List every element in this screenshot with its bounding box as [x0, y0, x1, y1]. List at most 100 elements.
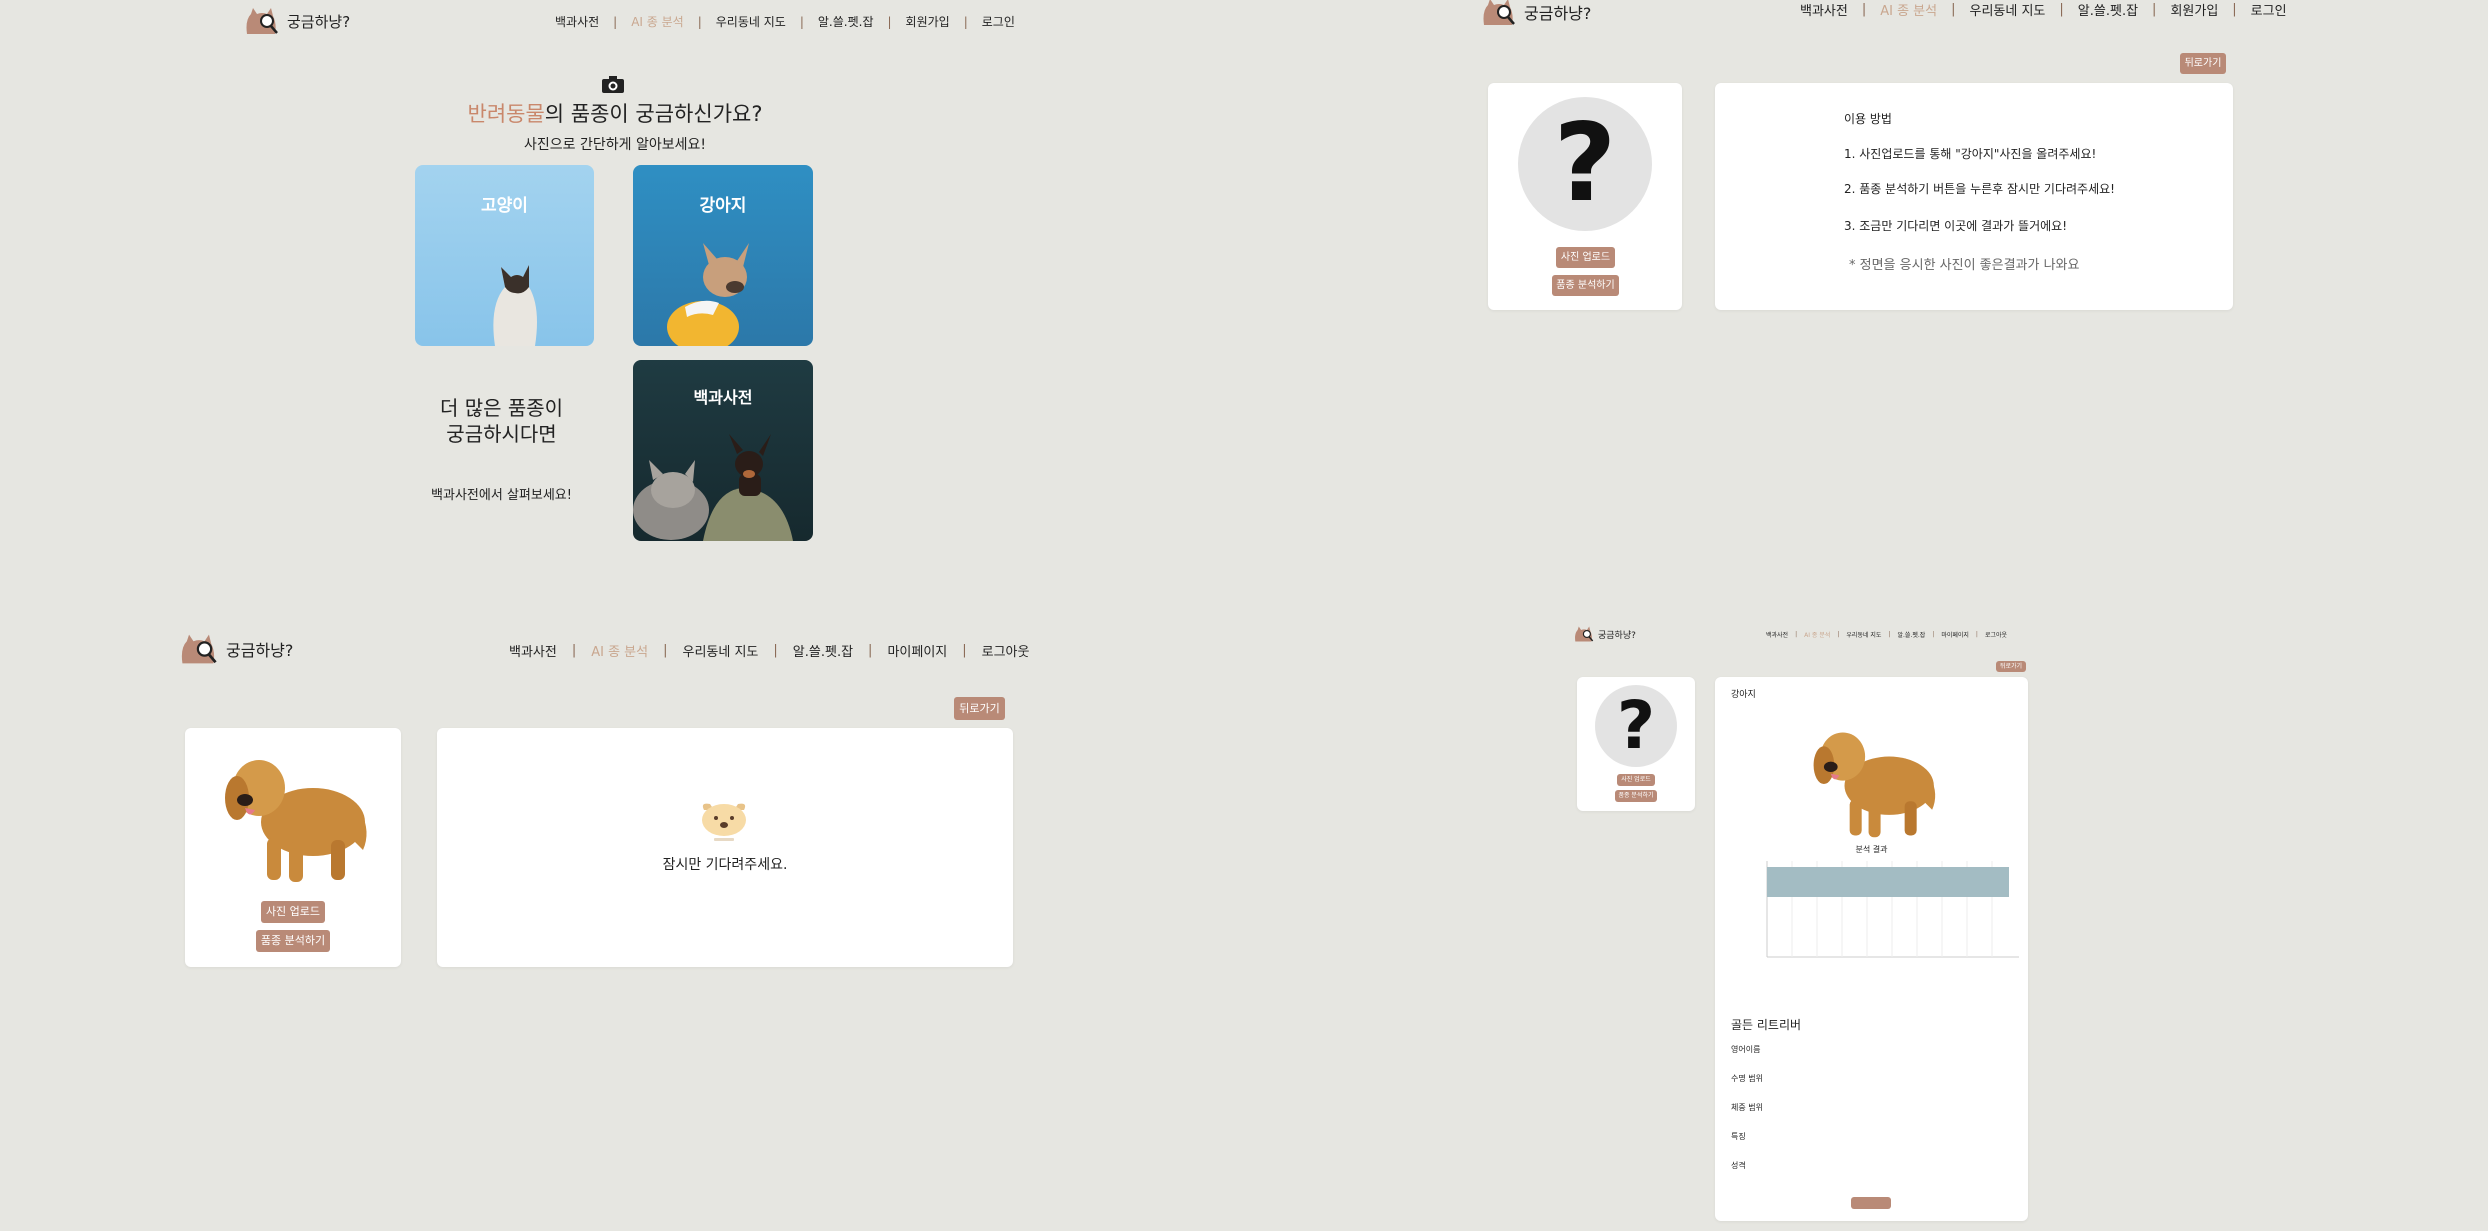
nav-separator: |	[1932, 631, 1935, 638]
nav-ai-analysis[interactable]: AI 종 분석	[1880, 0, 1937, 19]
cat-dog-photo	[633, 434, 793, 541]
more-breeds-subtitle: 백과사전에서 살펴보세요!	[431, 488, 572, 503]
nav-ai-analysis[interactable]: AI 종 분석	[591, 641, 648, 660]
result-card: 잠시만 기다려주세요.	[437, 728, 1013, 967]
info-feature-label: 특징	[1731, 1132, 1746, 1141]
nav-separator: |	[571, 643, 577, 658]
nav-separator: |	[799, 14, 804, 29]
info-english-name-label: 영어이름	[1731, 1045, 1761, 1054]
result-species-label: 강아지	[1731, 690, 1756, 700]
nav-separator: |	[1837, 631, 1840, 638]
nav-separator: |	[963, 14, 968, 29]
analyze-breed-button[interactable]: 품종 분석하기	[1615, 790, 1657, 802]
logo[interactable]: 궁금하냥?	[1480, 0, 1591, 27]
upload-photo-button[interactable]: 사진 업로드	[261, 901, 325, 923]
nav-separator: |	[962, 643, 967, 658]
top-breed-bar	[1767, 867, 2009, 897]
nav-pet-tips[interactable]: 알.쓸.펫.잡	[818, 13, 874, 30]
brand-name: 궁금하냥?	[1598, 630, 1636, 641]
nav-separator: |	[2152, 2, 2157, 17]
golden-retriever-photo	[225, 760, 367, 882]
nav-encyclopedia[interactable]: 백과사전	[555, 13, 599, 30]
back-button[interactable]: 뒤로가기	[1996, 661, 2026, 672]
golden-retriever-photo	[1813, 732, 1936, 838]
encyclopedia-tile[interactable]: 백과사전	[633, 360, 813, 541]
top-nav: 백과사전 | AI 종 분석 | 우리동네 지도 | 알.쓸.펫.잡 | 회원가…	[1800, 0, 2287, 19]
more-breeds-title: 더 많은 품종이 궁금하시다면	[400, 395, 603, 447]
nav-separator: |	[1861, 2, 1867, 17]
dog-tile-label: 강아지	[699, 196, 747, 216]
back-button[interactable]: 뒤로가기	[954, 697, 1005, 720]
more-breeds-title-line2: 궁금하시다면	[446, 422, 557, 446]
brand-name: 궁금하냥?	[1524, 4, 1592, 23]
nav-map[interactable]: 우리동네 지도	[1846, 630, 1881, 639]
nav-ai-analysis[interactable]: AI 종 분석	[1804, 630, 1830, 639]
upload-photo-button[interactable]: 사진 업로드	[1617, 774, 1655, 786]
nav-logout[interactable]: 로그아웃	[982, 641, 1030, 660]
placeholder-image: ?	[1518, 97, 1652, 231]
title-highlight: 반려동물	[467, 102, 545, 126]
result-action-button[interactable]	[1851, 1197, 1891, 1209]
top-nav: 백과사전 | AI 종 분석 | 우리동네 지도 | 알.쓸.펫.잡 | 마이페…	[1766, 630, 2007, 639]
page-title: 반려동물의 품종이 궁금하신가요?	[400, 98, 830, 128]
nav-login[interactable]: 로그인	[2251, 0, 2287, 19]
analyze-breed-button[interactable]: 품종 분석하기	[1552, 275, 1619, 296]
nav-encyclopedia[interactable]: 백과사전	[1766, 630, 1788, 639]
upload-card: ? 사진 업로드 품종 분석하기	[1488, 83, 1682, 310]
nav-mypage[interactable]: 마이페이지	[1941, 630, 1969, 639]
nav-pet-tips[interactable]: 알.쓸.펫.잡	[793, 641, 853, 660]
nav-logout[interactable]: 로그아웃	[1985, 630, 2007, 639]
analyze-breed-button[interactable]: 품종 분석하기	[256, 930, 330, 952]
brand-name: 궁금하냥?	[226, 641, 294, 660]
nav-separator: |	[1975, 631, 1978, 638]
nav-separator: |	[613, 14, 618, 29]
info-weight-label: 체중 범위	[1731, 1103, 1763, 1112]
dog-photo	[667, 243, 749, 346]
nav-map[interactable]: 우리동네 지도	[1970, 0, 2046, 19]
nav-separator: |	[2232, 2, 2237, 17]
howto-title: 이용 방법	[1844, 112, 1892, 126]
nav-separator: |	[887, 14, 892, 29]
howto-note: * 정면을 응시한 사진이 좋은결과가 나와요	[1849, 258, 2080, 273]
top-nav: 백과사전 | AI 종 분석 | 우리동네 지도 | 알.쓸.펫.잡 | 마이페…	[509, 641, 1029, 660]
nav-pet-tips[interactable]: 알.쓸.펫.잡	[1897, 630, 1925, 639]
cat-magnifier-icon	[181, 634, 217, 664]
cat-tile-label: 고양이	[481, 196, 528, 216]
title-rest: 의 품종이 궁금하신가요?	[544, 102, 763, 126]
info-personality-label: 성격	[1731, 1161, 1746, 1170]
dog-tile[interactable]: 강아지	[633, 165, 813, 346]
logo[interactable]: 궁금하냥?	[1573, 625, 1636, 643]
encyclopedia-tile-label: 백과사전	[693, 388, 753, 407]
nav-login[interactable]: 로그인	[982, 13, 1015, 30]
more-breeds-title-line1: 더 많은 품종이	[439, 396, 564, 420]
upload-card: ? 사진 업로드 품종 분석하기	[1577, 677, 1695, 811]
nav-encyclopedia[interactable]: 백과사전	[509, 641, 557, 660]
cat-tile[interactable]: 고양이	[415, 165, 594, 346]
nav-ai-analysis[interactable]: AI 종 분석	[631, 13, 684, 30]
cat-magnifier-icon	[246, 8, 278, 34]
nav-pet-tips[interactable]: 알.쓸.펫.잡	[2078, 0, 2138, 19]
breed-info-list: 영어이름 수명 범위 체중 범위 특징 성격	[1731, 1042, 1763, 1173]
nav-separator: |	[663, 643, 668, 658]
cat-magnifier-icon	[1575, 626, 1594, 642]
howto-step-1: 1. 사진업로드를 통해 "강아지"사진을 올려주세요!	[1844, 147, 2097, 161]
upload-photo-button[interactable]: 사진 업로드	[1556, 247, 1615, 268]
placeholder-image: ?	[1595, 685, 1677, 767]
logo[interactable]: 궁금하냥?	[178, 632, 293, 666]
chart-title: 분석 결과	[1855, 845, 1888, 854]
nav-map[interactable]: 우리동네 지도	[716, 13, 786, 30]
logo[interactable]: 궁금하냥?	[243, 6, 350, 36]
nav-signup[interactable]: 회원가입	[2170, 0, 2218, 19]
nav-separator: |	[773, 643, 778, 658]
upload-card: 사진 업로드 품종 분석하기	[185, 728, 401, 967]
nav-encyclopedia[interactable]: 백과사전	[1800, 0, 1848, 19]
nav-mypage[interactable]: 마이페이지	[887, 641, 947, 660]
instructions-card: 이용 방법 1. 사진업로드를 통해 "강아지"사진을 올려주세요! 2. 품종…	[1715, 83, 2233, 310]
nav-map[interactable]: 우리동네 지도	[683, 641, 759, 660]
nav-separator: |	[868, 643, 873, 658]
breed-name: 골든 리트리버	[1731, 1018, 1802, 1032]
back-button[interactable]: 뒤로가기	[2180, 53, 2226, 74]
nav-signup[interactable]: 회원가입	[906, 13, 950, 30]
howto-step-3: 3. 조금만 기다리면 이곳에 결과가 뜰거에요!	[1844, 219, 2068, 233]
analysis-result-card: 강아지 분석 결과 골든 리트리버 영어이름 수명 범위 체중 범위 특징 성격	[1715, 677, 2028, 1221]
